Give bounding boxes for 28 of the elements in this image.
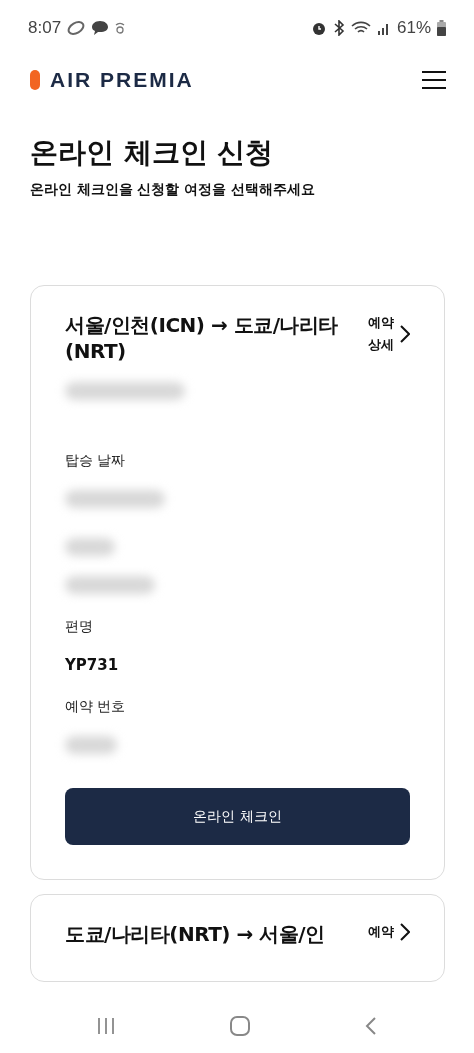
field-label: 예약 번호 bbox=[65, 698, 127, 716]
online-checkin-button[interactable]: 온라인 체크인 bbox=[65, 788, 410, 845]
route-title: 도쿄/나리타(NRT) → 서울/인 bbox=[65, 921, 325, 947]
chevron-right-icon bbox=[400, 923, 410, 941]
home-icon[interactable] bbox=[230, 1015, 250, 1036]
blurred-text bbox=[65, 736, 117, 754]
airline-logo: AIR PREMIA bbox=[50, 68, 194, 92]
page-title: 온라인 체크인 신청 bbox=[30, 135, 275, 171]
recent-apps-icon[interactable] bbox=[97, 1017, 116, 1034]
battery-percent: 61% bbox=[396, 17, 431, 38]
booking-detail-link[interactable]: 예약 bbox=[368, 921, 410, 943]
blurred-text bbox=[65, 538, 115, 556]
route-title: 서울/인천(ICN) → 도쿄/나리타(NRT) bbox=[65, 312, 339, 364]
notification-icon bbox=[67, 20, 86, 35]
field-value: YP731 bbox=[65, 656, 120, 674]
field-label: 편명 bbox=[65, 618, 94, 636]
menu-icon[interactable] bbox=[422, 70, 446, 90]
battery-icon bbox=[437, 19, 446, 36]
chevron-right-icon bbox=[400, 325, 410, 343]
clock-time: 8:07 bbox=[28, 17, 62, 38]
wifi-key-icon bbox=[115, 20, 126, 35]
chat-bubble-icon bbox=[91, 19, 110, 36]
booking-detail-link[interactable]: 예약 상세 bbox=[368, 312, 410, 356]
bluetooth-icon bbox=[332, 19, 345, 36]
field-label: 탑승 날짜 bbox=[65, 452, 127, 470]
back-icon[interactable] bbox=[364, 1016, 377, 1035]
logo-pill-icon bbox=[30, 70, 40, 90]
page-subtitle: 온라인 체크인을 신청할 여정을 선택해주세요 bbox=[30, 180, 316, 199]
